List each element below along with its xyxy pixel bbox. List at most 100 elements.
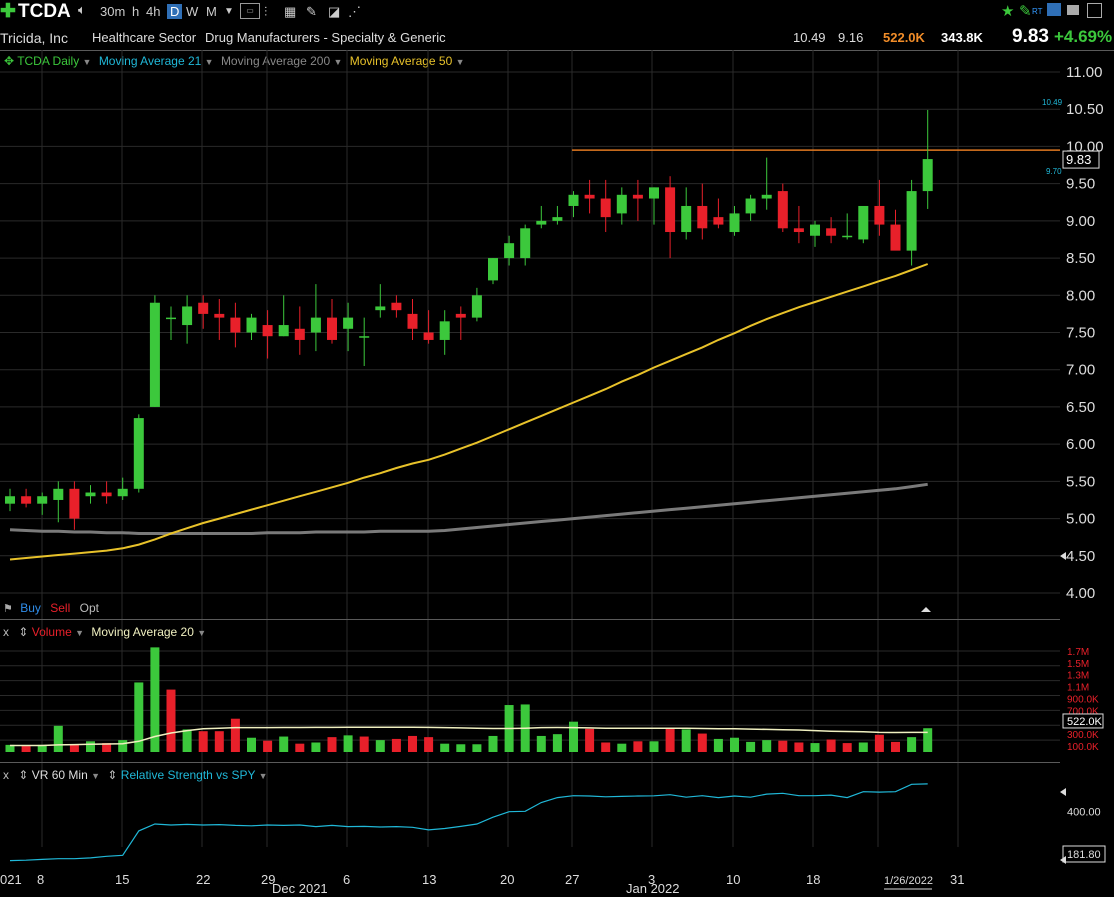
volume-bar[interactable] [343, 735, 353, 752]
speaker-icon[interactable]: 🔈︎ [78, 2, 86, 18]
candle-body[interactable] [616, 194, 627, 214]
candle-body[interactable] [166, 317, 176, 320]
volume-bar[interactable] [746, 741, 756, 752]
volume-bar[interactable] [826, 739, 836, 752]
candle-body[interactable] [504, 243, 515, 259]
volume-bar[interactable] [601, 742, 611, 752]
volume-bar[interactable] [536, 735, 546, 752]
candle-body[interactable] [681, 205, 692, 233]
volume-bar[interactable] [874, 734, 884, 752]
scroll-up-icon[interactable] [921, 607, 931, 612]
volume-bar[interactable] [198, 731, 208, 752]
volume-bar[interactable] [182, 729, 192, 752]
candle-body[interactable] [488, 258, 498, 281]
legend-rs[interactable]: Relative Strength vs SPY [121, 768, 256, 782]
candle-body[interactable] [632, 194, 643, 199]
volume-bar[interactable] [118, 740, 128, 752]
volume-bar[interactable] [440, 743, 450, 752]
candle-body[interactable] [890, 224, 901, 251]
window-icon[interactable] [1087, 3, 1102, 18]
candle-body[interactable] [278, 325, 289, 337]
candle-body[interactable] [455, 313, 466, 318]
volume-bar[interactable] [552, 734, 562, 752]
order-icon[interactable]: ⚑ [3, 603, 13, 615]
candle-body[interactable] [584, 194, 595, 199]
volume-bar[interactable] [214, 731, 224, 752]
volume-bar[interactable] [569, 721, 578, 752]
candle-body[interactable] [665, 187, 676, 233]
volume-bar[interactable] [247, 737, 256, 752]
candle-body[interactable] [359, 336, 370, 338]
candle-body[interactable] [117, 488, 128, 497]
candle-body[interactable] [793, 228, 804, 233]
candle-body[interactable] [874, 205, 885, 225]
candle-body[interactable] [391, 302, 402, 311]
volume-bar[interactable] [230, 718, 240, 752]
candle-body[interactable] [214, 313, 225, 318]
candle-body[interactable] [5, 496, 15, 504]
volume-bar[interactable] [472, 744, 482, 752]
volume-bar[interactable] [649, 741, 659, 752]
legend-volume[interactable]: Volume [32, 625, 72, 639]
candle-body[interactable] [600, 198, 611, 218]
volume-bar[interactable] [295, 743, 305, 752]
candle-body[interactable] [713, 217, 724, 225]
candle-body[interactable] [262, 325, 273, 337]
share-icon[interactable]: ⋰ [348, 4, 361, 20]
volume-bar[interactable] [585, 728, 595, 752]
volume-bar[interactable] [907, 737, 917, 752]
volume-bar[interactable] [279, 736, 289, 752]
company-name[interactable]: Tricida, Inc [0, 30, 68, 46]
symbol-input[interactable]: TCDA [18, 1, 71, 23]
layout-icon[interactable]: ▭ [240, 3, 260, 19]
candle-body[interactable] [536, 220, 547, 225]
note-icon[interactable] [1067, 5, 1079, 15]
dropdown-icon[interactable]: ▼ [75, 628, 84, 638]
close-pane-button[interactable]: x [3, 768, 9, 782]
volume-bar[interactable] [488, 735, 498, 752]
candle-body[interactable] [761, 194, 772, 199]
volume-bar[interactable] [794, 742, 804, 752]
sector[interactable]: Healthcare Sector [92, 30, 196, 45]
stocktwits-icon[interactable] [1047, 3, 1061, 16]
tag-icon[interactable]: ✎ [1019, 2, 1032, 20]
timeframe-h[interactable]: h [132, 4, 139, 19]
dropdown-icon[interactable]: ▼ [224, 6, 234, 17]
candle-body[interactable] [777, 191, 788, 229]
volume-bar[interactable] [456, 744, 466, 752]
volume-bar[interactable] [730, 737, 739, 752]
candle-body[interactable] [37, 496, 48, 504]
close-pane-button[interactable]: x [3, 625, 9, 639]
star-icon[interactable]: ★ [1001, 2, 1014, 20]
volume-bar[interactable] [375, 740, 385, 752]
pencil-icon[interactable]: ✎ [306, 4, 317, 20]
candle-body[interactable] [810, 224, 820, 236]
candle-body[interactable] [343, 317, 354, 329]
volume-bar[interactable] [263, 740, 273, 752]
volume-bar[interactable] [858, 742, 868, 752]
candle-body[interactable] [568, 194, 579, 206]
opt-button[interactable]: Opt [80, 601, 99, 615]
timeframe-m[interactable]: M [206, 4, 217, 19]
candle-body[interactable] [53, 488, 64, 500]
candle-body[interactable] [149, 302, 160, 407]
volume-bar[interactable] [327, 737, 337, 752]
volume-bar[interactable] [633, 741, 643, 752]
volume-bar[interactable] [311, 742, 321, 752]
add-icon[interactable]: ✚ [0, 0, 16, 23]
volume-bar[interactable] [86, 741, 95, 752]
dropdown-icon[interactable]: ▼ [259, 771, 268, 781]
volume-bar[interactable] [891, 741, 900, 752]
timeframe-4h[interactable]: 4h [146, 4, 160, 19]
volume-bar[interactable] [762, 740, 772, 752]
candle-body[interactable] [21, 496, 32, 504]
timeframe-w[interactable]: W [186, 4, 198, 19]
buy-button[interactable]: Buy [20, 601, 41, 615]
candle-body[interactable] [471, 295, 482, 318]
volume-bar[interactable] [408, 735, 417, 752]
candle-body[interactable] [552, 217, 563, 221]
volume-bar[interactable] [681, 729, 691, 752]
move-icon[interactable]: ⇕ [107, 768, 117, 782]
timeframe-d[interactable]: D [167, 4, 183, 19]
volume-bar[interactable] [53, 725, 63, 752]
